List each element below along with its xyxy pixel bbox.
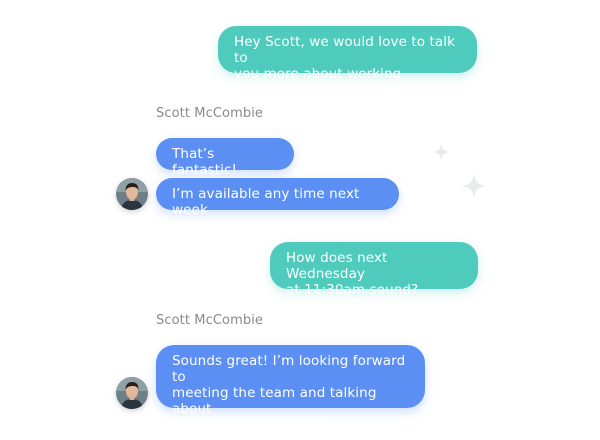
sparkle-icon xyxy=(461,173,487,199)
sender-name: Scott McCombie xyxy=(156,313,263,328)
sparkle-icon xyxy=(432,143,450,161)
user-avatar-icon xyxy=(116,377,148,409)
received-message-bubble: I’m available any time next week xyxy=(156,178,399,218)
received-message-bubble: That’s fantastic! xyxy=(156,138,294,178)
contact-avatar xyxy=(116,178,148,210)
chat-conversation: Hey Scott, we would love to talk to you … xyxy=(0,0,600,440)
received-message-bubble: Sounds great! I’m looking forward to mee… xyxy=(156,345,425,433)
user-avatar-icon xyxy=(116,178,148,210)
sender-name: Scott McCombie xyxy=(156,106,263,121)
sent-message-bubble: Hey Scott, we would love to talk to you … xyxy=(218,26,477,98)
contact-avatar xyxy=(116,377,148,409)
sent-message-bubble: How does next Wednesday at 11:30am sound… xyxy=(270,242,478,298)
